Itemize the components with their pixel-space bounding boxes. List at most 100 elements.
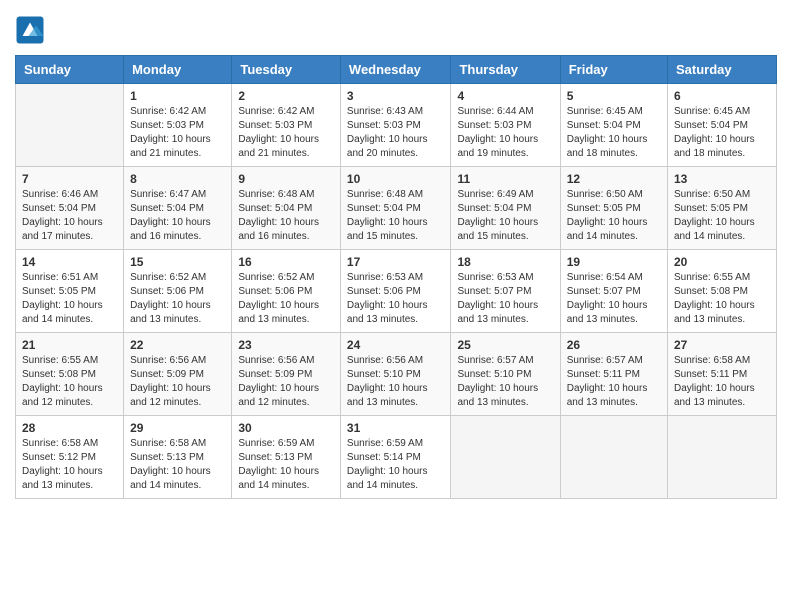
calendar-table: SundayMondayTuesdayWednesdayThursdayFrid… — [15, 55, 777, 499]
day-number: 2 — [238, 89, 334, 103]
day-info: Sunrise: 6:48 AM Sunset: 5:04 PM Dayligh… — [238, 188, 334, 244]
day-number: 19 — [567, 255, 661, 269]
day-info: Sunrise: 6:56 AM Sunset: 5:09 PM Dayligh… — [238, 354, 334, 410]
day-number: 14 — [22, 255, 117, 269]
day-info: Sunrise: 6:45 AM Sunset: 5:04 PM Dayligh… — [674, 105, 770, 161]
day-info: Sunrise: 6:55 AM Sunset: 5:08 PM Dayligh… — [674, 271, 770, 327]
day-number: 25 — [457, 338, 553, 352]
weekday-header: Sunday — [16, 56, 124, 84]
day-number: 8 — [130, 172, 225, 186]
day-info: Sunrise: 6:52 AM Sunset: 5:06 PM Dayligh… — [130, 271, 225, 327]
day-info: Sunrise: 6:45 AM Sunset: 5:04 PM Dayligh… — [567, 105, 661, 161]
calendar-cell: 25 Sunrise: 6:57 AM Sunset: 5:10 PM Dayli… — [451, 333, 560, 416]
day-info: Sunrise: 6:42 AM Sunset: 5:03 PM Dayligh… — [238, 105, 334, 161]
day-info: Sunrise: 6:58 AM Sunset: 5:13 PM Dayligh… — [130, 437, 225, 493]
day-number: 27 — [674, 338, 770, 352]
day-number: 29 — [130, 421, 225, 435]
calendar-cell: 27 Sunrise: 6:58 AM Sunset: 5:11 PM Dayli… — [668, 333, 777, 416]
day-number: 30 — [238, 421, 334, 435]
calendar-cell: 14 Sunrise: 6:51 AM Sunset: 5:05 PM Dayli… — [16, 250, 124, 333]
calendar-cell: 9Sunrise: 6:48 AM Sunset: 5:04 PM Daylig… — [232, 167, 341, 250]
day-number: 12 — [567, 172, 661, 186]
day-info: Sunrise: 6:50 AM Sunset: 5:05 PM Dayligh… — [674, 188, 770, 244]
calendar-cell — [451, 416, 560, 499]
day-number: 21 — [22, 338, 117, 352]
day-info: Sunrise: 6:52 AM Sunset: 5:06 PM Dayligh… — [238, 271, 334, 327]
calendar-cell — [668, 416, 777, 499]
calendar-header-row: SundayMondayTuesdayWednesdayThursdayFrid… — [16, 56, 777, 84]
day-info: Sunrise: 6:42 AM Sunset: 5:03 PM Dayligh… — [130, 105, 225, 161]
calendar-cell: 13Sunrise: 6:50 AM Sunset: 5:05 PM Dayli… — [668, 167, 777, 250]
calendar-week-row: 1 Sunrise: 6:42 AM Sunset: 5:03 PM Daylig… — [16, 84, 777, 167]
day-info: Sunrise: 6:57 AM Sunset: 5:11 PM Dayligh… — [567, 354, 661, 410]
page-header — [15, 15, 777, 45]
calendar-cell: 15 Sunrise: 6:52 AM Sunset: 5:06 PM Dayli… — [124, 250, 232, 333]
calendar-cell: 7Sunrise: 6:46 AM Sunset: 5:04 PM Daylig… — [16, 167, 124, 250]
day-number: 16 — [238, 255, 334, 269]
day-number: 22 — [130, 338, 225, 352]
day-info: Sunrise: 6:51 AM Sunset: 5:05 PM Dayligh… — [22, 271, 117, 327]
day-number: 11 — [457, 172, 553, 186]
day-number: 10 — [347, 172, 445, 186]
day-number: 20 — [674, 255, 770, 269]
day-number: 15 — [130, 255, 225, 269]
calendar-week-row: 28 Sunrise: 6:58 AM Sunset: 5:12 PM Dayli… — [16, 416, 777, 499]
calendar-cell: 17 Sunrise: 6:53 AM Sunset: 5:06 PM Dayli… — [340, 250, 451, 333]
calendar-week-row: 21 Sunrise: 6:55 AM Sunset: 5:08 PM Dayli… — [16, 333, 777, 416]
day-info: Sunrise: 6:58 AM Sunset: 5:11 PM Dayligh… — [674, 354, 770, 410]
calendar-cell: 31 Sunrise: 6:59 AM Sunset: 5:14 PM Dayli… — [340, 416, 451, 499]
calendar-cell: 30 Sunrise: 6:59 AM Sunset: 5:13 PM Dayli… — [232, 416, 341, 499]
day-info: Sunrise: 6:53 AM Sunset: 5:07 PM Dayligh… — [457, 271, 553, 327]
day-info: Sunrise: 6:57 AM Sunset: 5:10 PM Dayligh… — [457, 354, 553, 410]
day-number: 5 — [567, 89, 661, 103]
calendar-cell: 29 Sunrise: 6:58 AM Sunset: 5:13 PM Dayli… — [124, 416, 232, 499]
day-number: 1 — [130, 89, 225, 103]
day-number: 31 — [347, 421, 445, 435]
day-number: 17 — [347, 255, 445, 269]
day-info: Sunrise: 6:55 AM Sunset: 5:08 PM Dayligh… — [22, 354, 117, 410]
calendar-week-row: 7Sunrise: 6:46 AM Sunset: 5:04 PM Daylig… — [16, 167, 777, 250]
day-number: 26 — [567, 338, 661, 352]
calendar-cell: 12 Sunrise: 6:50 AM Sunset: 5:05 PM Dayli… — [560, 167, 667, 250]
weekday-header: Wednesday — [340, 56, 451, 84]
day-info: Sunrise: 6:50 AM Sunset: 5:05 PM Dayligh… — [567, 188, 661, 244]
day-info: Sunrise: 6:56 AM Sunset: 5:09 PM Dayligh… — [130, 354, 225, 410]
day-number: 18 — [457, 255, 553, 269]
logo — [15, 15, 49, 45]
weekday-header: Friday — [560, 56, 667, 84]
calendar-cell: 26 Sunrise: 6:57 AM Sunset: 5:11 PM Dayli… — [560, 333, 667, 416]
calendar-cell: 16 Sunrise: 6:52 AM Sunset: 5:06 PM Dayli… — [232, 250, 341, 333]
day-info: Sunrise: 6:54 AM Sunset: 5:07 PM Dayligh… — [567, 271, 661, 327]
day-info: Sunrise: 6:59 AM Sunset: 5:14 PM Dayligh… — [347, 437, 445, 493]
weekday-header: Thursday — [451, 56, 560, 84]
calendar-cell: 2 Sunrise: 6:42 AM Sunset: 5:03 PM Daylig… — [232, 84, 341, 167]
logo-icon — [15, 15, 45, 45]
calendar-cell: 18 Sunrise: 6:53 AM Sunset: 5:07 PM Dayli… — [451, 250, 560, 333]
weekday-header: Tuesday — [232, 56, 341, 84]
weekday-header: Monday — [124, 56, 232, 84]
calendar-week-row: 14 Sunrise: 6:51 AM Sunset: 5:05 PM Dayli… — [16, 250, 777, 333]
calendar-cell: 5 Sunrise: 6:45 AM Sunset: 5:04 PM Daylig… — [560, 84, 667, 167]
day-info: Sunrise: 6:59 AM Sunset: 5:13 PM Dayligh… — [238, 437, 334, 493]
calendar-cell: 20 Sunrise: 6:55 AM Sunset: 5:08 PM Dayli… — [668, 250, 777, 333]
day-info: Sunrise: 6:47 AM Sunset: 5:04 PM Dayligh… — [130, 188, 225, 244]
day-info: Sunrise: 6:56 AM Sunset: 5:10 PM Dayligh… — [347, 354, 445, 410]
weekday-header: Saturday — [668, 56, 777, 84]
day-number: 6 — [674, 89, 770, 103]
day-number: 7 — [22, 172, 117, 186]
day-info: Sunrise: 6:58 AM Sunset: 5:12 PM Dayligh… — [22, 437, 117, 493]
calendar-cell: 22 Sunrise: 6:56 AM Sunset: 5:09 PM Dayli… — [124, 333, 232, 416]
day-info: Sunrise: 6:43 AM Sunset: 5:03 PM Dayligh… — [347, 105, 445, 161]
day-info: Sunrise: 6:53 AM Sunset: 5:06 PM Dayligh… — [347, 271, 445, 327]
calendar-cell: 8 Sunrise: 6:47 AM Sunset: 5:04 PM Daylig… — [124, 167, 232, 250]
calendar-cell: 6 Sunrise: 6:45 AM Sunset: 5:04 PM Daylig… — [668, 84, 777, 167]
day-number: 28 — [22, 421, 117, 435]
calendar-cell: 11Sunrise: 6:49 AM Sunset: 5:04 PM Dayli… — [451, 167, 560, 250]
calendar-cell: 24Sunrise: 6:56 AM Sunset: 5:10 PM Dayli… — [340, 333, 451, 416]
day-info: Sunrise: 6:48 AM Sunset: 5:04 PM Dayligh… — [347, 188, 445, 244]
calendar-cell: 1 Sunrise: 6:42 AM Sunset: 5:03 PM Daylig… — [124, 84, 232, 167]
calendar-cell: 23Sunrise: 6:56 AM Sunset: 5:09 PM Dayli… — [232, 333, 341, 416]
calendar-cell: 19 Sunrise: 6:54 AM Sunset: 5:07 PM Dayli… — [560, 250, 667, 333]
calendar-cell: 4Sunrise: 6:44 AM Sunset: 5:03 PM Daylig… — [451, 84, 560, 167]
calendar-cell: 10 Sunrise: 6:48 AM Sunset: 5:04 PM Dayli… — [340, 167, 451, 250]
